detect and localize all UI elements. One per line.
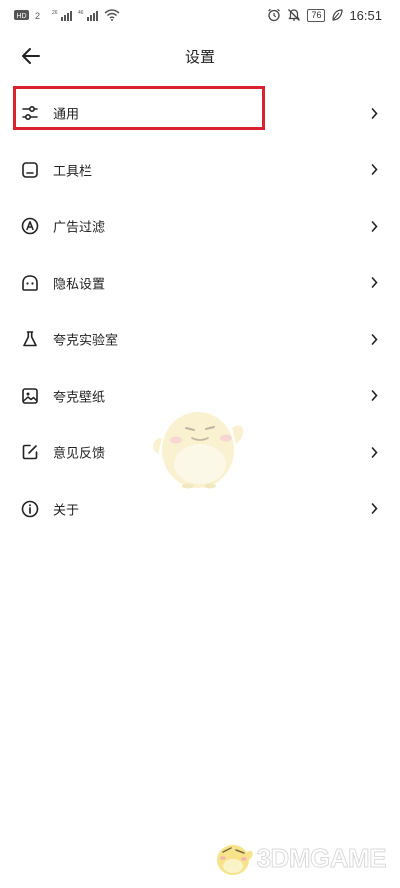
svg-text:26: 26: [52, 10, 58, 16]
watermark-logo: 3DMGAME: [213, 838, 387, 878]
chevron-right-icon: [370, 220, 378, 232]
signal-2-icon: 46: [78, 10, 98, 21]
chevron-right-icon: [370, 164, 378, 176]
settings-item-label: 夸克实验室: [53, 333, 119, 349]
svg-text:2: 2: [35, 11, 40, 21]
image-icon: [20, 386, 40, 406]
chevron-right-icon: [370, 333, 378, 345]
settings-item-ad-filter[interactable]: 广告过滤: [0, 198, 400, 255]
svg-text:46: 46: [78, 10, 84, 16]
settings-item-label: 夸克壁纸: [53, 390, 106, 406]
chevron-right-icon: [370, 446, 378, 458]
sliders-icon: [20, 103, 40, 123]
status-bar: HD 2 26 46 76 16:51: [0, 0, 400, 30]
flask-icon: [20, 329, 40, 349]
chevron-right-icon: [370, 503, 378, 515]
sim-hd-icon: HD 2: [14, 10, 40, 21]
settings-item-label: 意见反馈: [53, 446, 106, 462]
settings-item-label: 通用: [53, 107, 80, 123]
mascot-watermark: [153, 412, 244, 489]
privacy-icon: [20, 273, 40, 293]
settings-item-label: 隐私设置: [53, 277, 106, 293]
mute-icon: [288, 9, 301, 21]
watermark-mascot-icon: [216, 845, 253, 875]
edit-icon: [20, 442, 40, 462]
chevron-right-icon: [370, 107, 378, 119]
signal-1-icon: 26: [52, 10, 72, 21]
status-left-indicators: HD 2 26 46: [14, 8, 120, 22]
chevron-right-icon: [370, 277, 378, 289]
settings-item-toolbar[interactable]: 工具栏: [0, 142, 400, 199]
settings-item-general[interactable]: 通用: [0, 85, 400, 142]
settings-item-lab[interactable]: 夸克实验室: [0, 311, 400, 368]
settings-item-label: 广告过滤: [53, 220, 106, 236]
header-bar: 设置: [0, 36, 400, 76]
chevron-right-icon: [370, 390, 378, 402]
settings-item-privacy[interactable]: 隐私设置: [0, 255, 400, 312]
settings-item-label: 工具栏: [53, 164, 93, 180]
status-right-indicators: 76 16:51: [267, 7, 382, 23]
settings-item-label: 关于: [53, 503, 80, 519]
toolbar-icon: [20, 160, 40, 180]
info-icon: [20, 499, 40, 519]
leaf-icon: [332, 9, 344, 21]
watermark-text: 3DMGAME: [256, 842, 387, 873]
battery-indicator: 76: [307, 8, 326, 22]
page-title: 设置: [184, 48, 215, 66]
svg-text:HD: HD: [16, 13, 26, 20]
ad-filter-icon: [20, 216, 40, 236]
alarm-icon: [268, 8, 281, 22]
status-time: 16:51: [349, 7, 382, 23]
wifi-icon: [104, 9, 120, 21]
